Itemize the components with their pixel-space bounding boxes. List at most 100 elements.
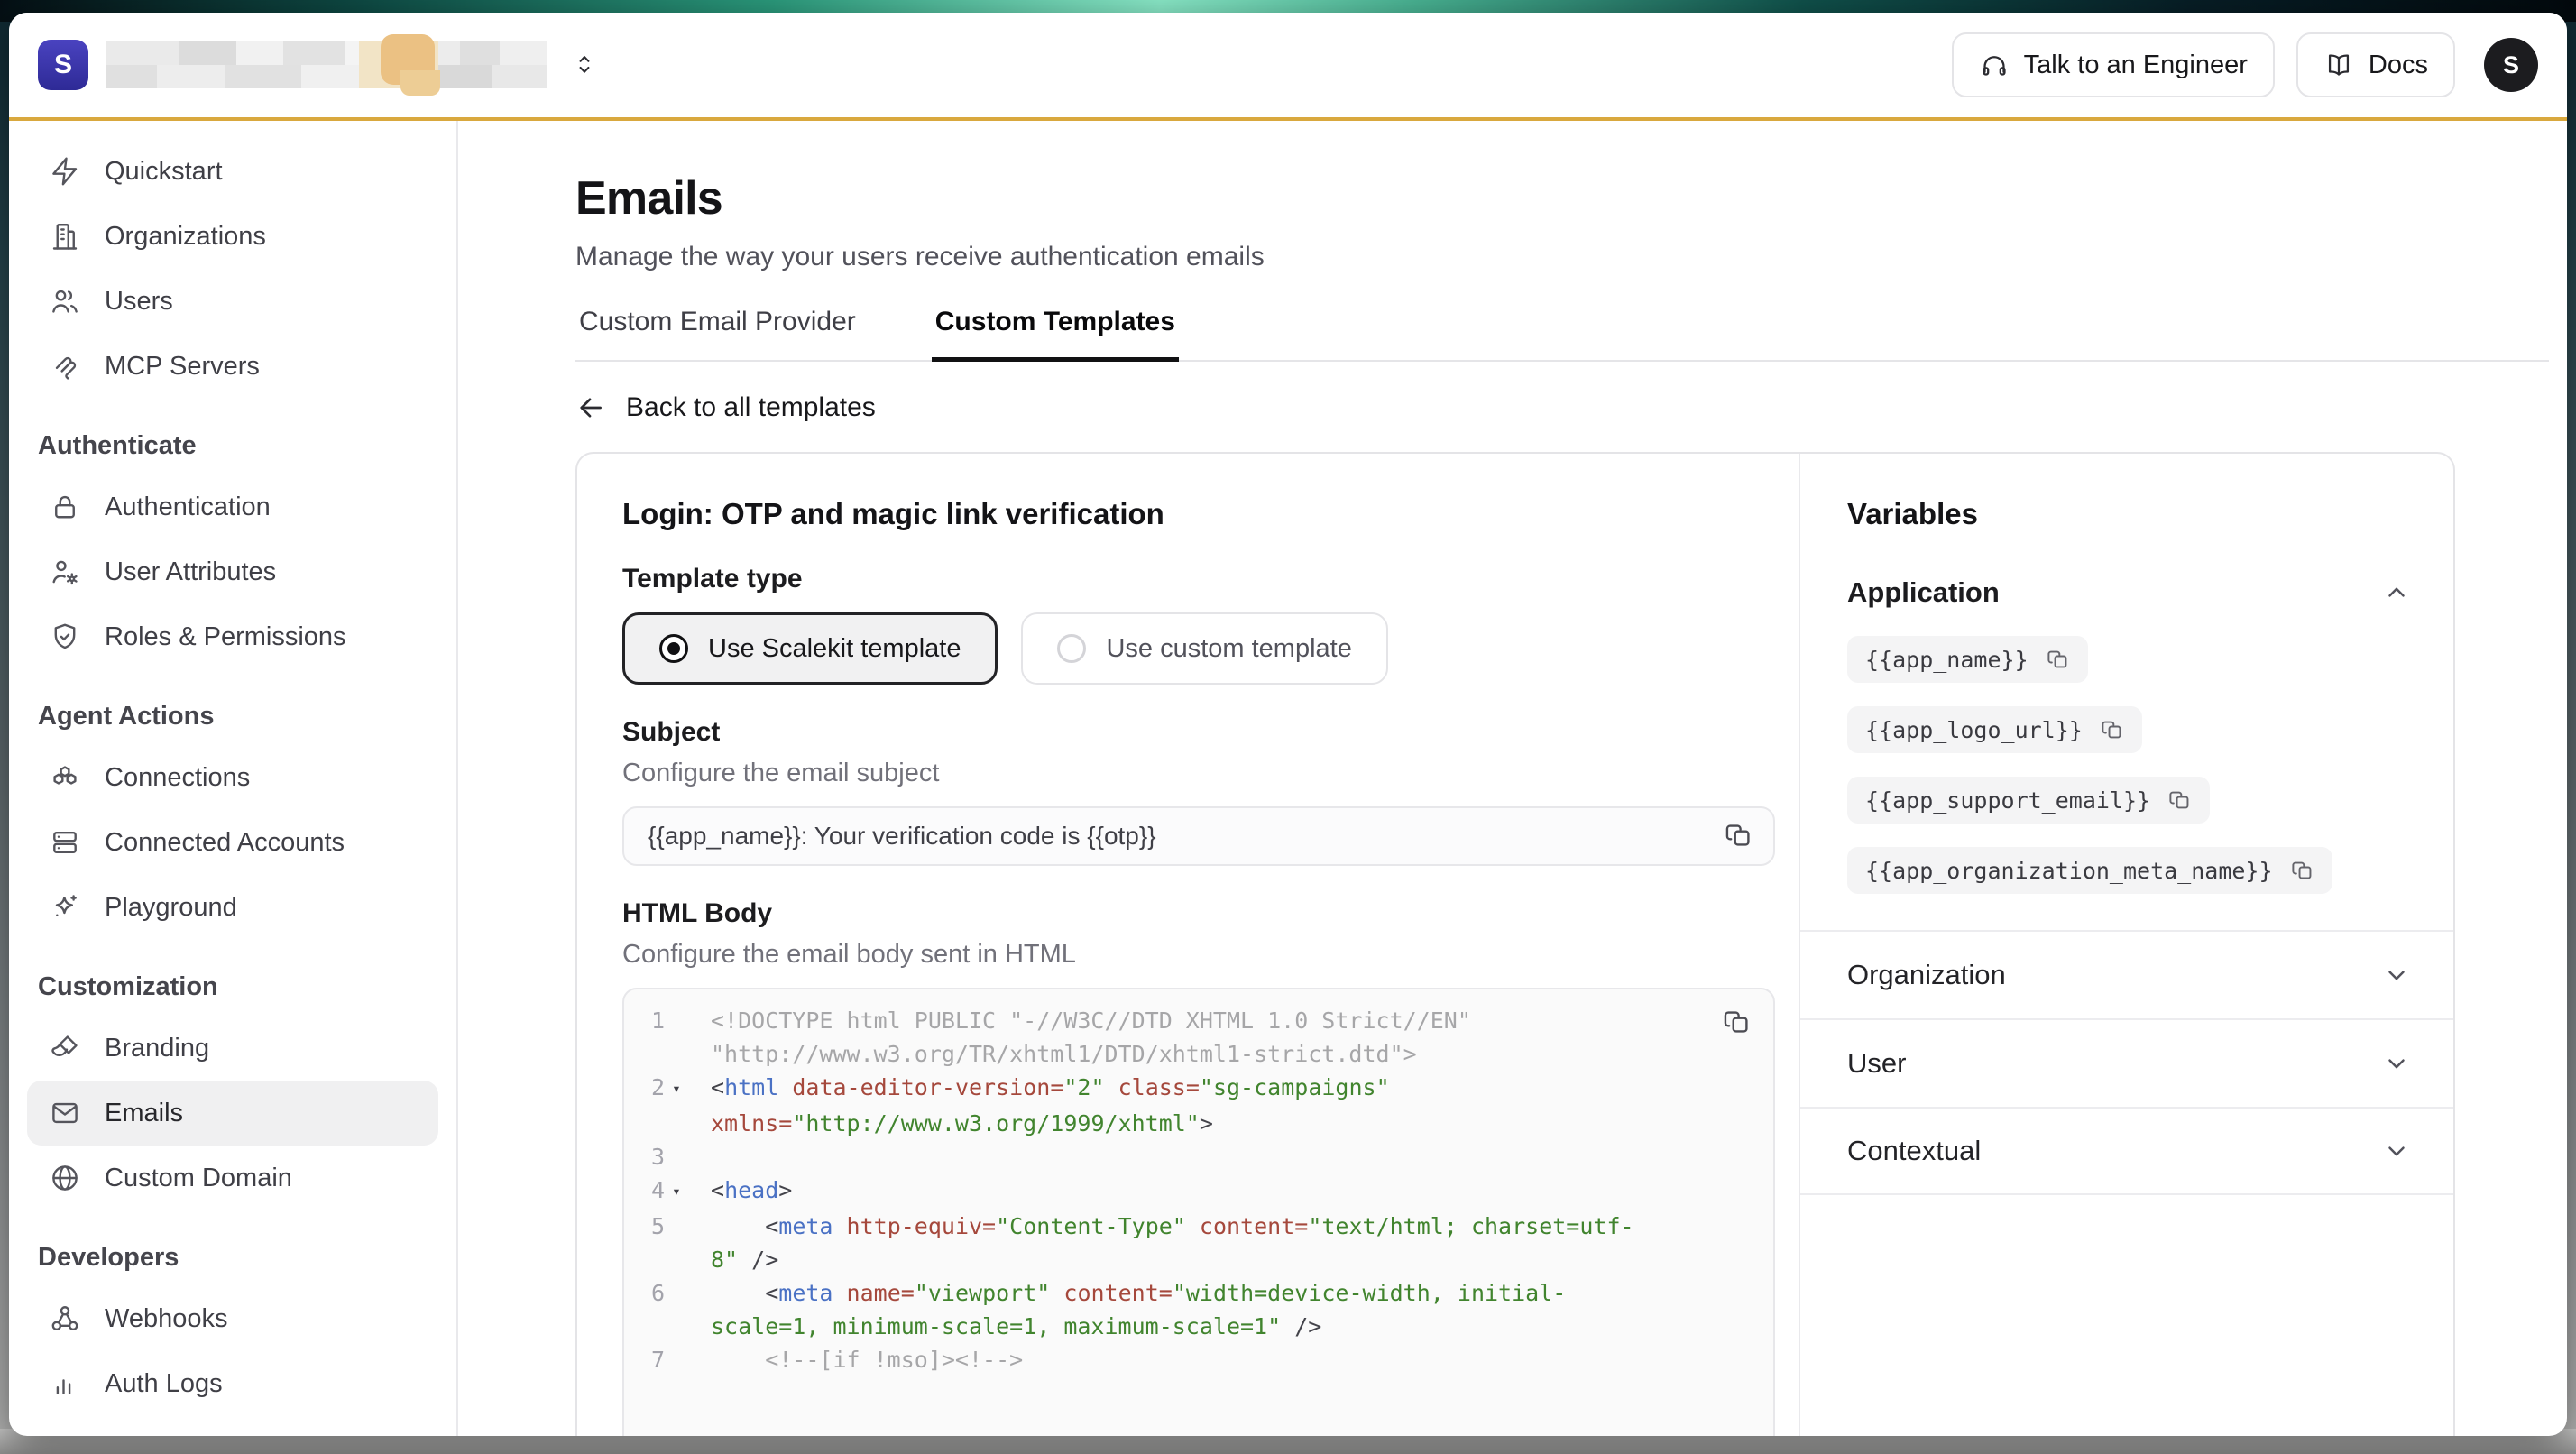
- sidebar-item-webhooks[interactable]: Webhooks: [27, 1286, 438, 1351]
- globe-icon: [49, 1162, 81, 1194]
- copy-icon[interactable]: [1723, 1008, 1752, 1036]
- copy-icon[interactable]: [2101, 718, 2124, 741]
- brush-icon: [49, 1032, 81, 1064]
- user-avatar[interactable]: S: [2484, 38, 2538, 92]
- template-title: Login: OTP and magic link verification: [622, 497, 1762, 531]
- line-number: [624, 1107, 711, 1140]
- talk-to-engineer-button[interactable]: Talk to an Engineer: [1952, 32, 2275, 97]
- code-line: 1<!DOCTYPE html PUBLIC "-//W3C//DTD XHTM…: [624, 1004, 1773, 1037]
- sliders-icon: [49, 1432, 81, 1436]
- sidebar-item-branding[interactable]: Branding: [27, 1016, 438, 1081]
- sidebar-item-roles-permissions[interactable]: Roles & Permissions: [27, 604, 438, 669]
- sidebar-item-label: Authentication: [105, 492, 271, 522]
- fold-caret-icon[interactable]: ▾: [672, 1072, 681, 1105]
- headphones-icon: [1979, 50, 2010, 80]
- variable-groups: Organization UserContextual: [1800, 930, 2453, 1195]
- copy-icon[interactable]: [2047, 648, 2070, 671]
- redaction-block: [400, 70, 440, 96]
- chevron-down-icon: [2383, 1050, 2410, 1077]
- back-to-templates-link[interactable]: Back to all templates: [575, 392, 876, 423]
- variables-panel: Variables Application {{app_name}}{{app_…: [1799, 454, 2453, 1436]
- zap-icon: [49, 155, 81, 188]
- radio-option-use-custom-template[interactable]: Use custom template: [1021, 612, 1387, 685]
- radio-option-use-scalekit-template[interactable]: Use Scalekit template: [622, 612, 998, 685]
- line-number: [624, 1037, 711, 1071]
- sidebar-section-authenticate: Authenticate: [38, 417, 428, 474]
- users-icon: [49, 285, 81, 317]
- variable-group-application[interactable]: Application: [1847, 576, 2410, 609]
- tab-custom-templates[interactable]: Custom Templates: [932, 307, 1179, 362]
- sidebar-item-label: Settings: [105, 1434, 199, 1437]
- tab-custom-email-provider[interactable]: Custom Email Provider: [575, 307, 860, 362]
- sidebar-item-connected-accounts[interactable]: Connected Accounts: [27, 810, 438, 875]
- radio-option-label: Use Scalekit template: [708, 634, 961, 664]
- sidebar-item-authentication[interactable]: Authentication: [27, 474, 438, 539]
- sidebar-item-connections[interactable]: Connections: [27, 745, 438, 810]
- code-line: 2▾<html data-editor-version="2" class="s…: [624, 1071, 1773, 1107]
- top-bar: S Talk to an Engineer Docs S: [9, 13, 2567, 121]
- sidebar-item-label: Connections: [105, 763, 250, 793]
- variable-group-contextual[interactable]: Contextual: [1800, 1107, 2453, 1195]
- sidebar-item-users[interactable]: Users: [27, 269, 438, 334]
- sidebar-item-label: Connected Accounts: [105, 828, 345, 858]
- variable-group-label: Organization: [1847, 959, 2006, 991]
- sidebar-item-custom-domain[interactable]: Custom Domain: [27, 1146, 438, 1210]
- tabs: Custom Email Provider Custom Templates: [575, 307, 2549, 362]
- copy-icon[interactable]: [2291, 859, 2314, 882]
- workspace-logo-letter: S: [54, 50, 72, 80]
- line-number: 7: [624, 1343, 711, 1376]
- code-line: 5<meta http-equiv="Content-Type" content…: [624, 1210, 1773, 1243]
- workspace-name-redacted[interactable]: [106, 41, 547, 88]
- subject-help: Configure the email subject: [622, 759, 1762, 788]
- sidebar-item-label: Custom Domain: [105, 1164, 292, 1193]
- sidebar-item-label: MCP Servers: [105, 352, 260, 382]
- workspace-switcher-icon[interactable]: [572, 49, 597, 81]
- variable-chip: {{app_name}}: [1847, 636, 2088, 683]
- sidebar-item-organizations[interactable]: Organizations: [27, 204, 438, 269]
- code-line: scale=1, minimum-scale=1, maximum-scale=…: [624, 1310, 1773, 1343]
- sidebar-item-settings[interactable]: Settings: [27, 1416, 438, 1436]
- variable-chip-text: {{app_name}}: [1865, 647, 2029, 673]
- sidebar-item-label: Organizations: [105, 222, 266, 252]
- fold-caret-icon[interactable]: ▾: [672, 1174, 681, 1208]
- sidebar-item-label: Webhooks: [105, 1304, 228, 1334]
- chevron-up-icon: [2383, 579, 2410, 606]
- line-number: 4▾: [624, 1173, 711, 1210]
- line-number: 5: [624, 1210, 711, 1243]
- sidebar-item-quickstart[interactable]: Quickstart: [27, 139, 438, 204]
- sidebar-section-customization: Customization: [38, 958, 428, 1016]
- variable-chip-text: {{app_organization_meta_name}}: [1865, 858, 2273, 884]
- bars-icon: [49, 1367, 81, 1400]
- lock-icon: [49, 491, 81, 523]
- desktop-wallpaper: S Talk to an Engineer Docs S Quicks: [0, 0, 2576, 1454]
- back-link-label: Back to all templates: [626, 392, 876, 423]
- html-body-help: Configure the email body sent in HTML: [622, 940, 1762, 970]
- code-line: 7<!--[if !mso]><!-->: [624, 1343, 1773, 1376]
- line-number: 3: [624, 1140, 711, 1173]
- main-content: Emails Manage the way your users receive…: [458, 121, 2567, 1436]
- mcp-icon: [49, 350, 81, 382]
- copy-icon[interactable]: [1725, 821, 1753, 850]
- sidebar-item-emails[interactable]: Emails: [27, 1081, 438, 1146]
- subject-field-wrap: [622, 806, 1775, 866]
- sidebar-item-auth-logs[interactable]: Auth Logs: [27, 1351, 438, 1416]
- cubes-icon: [49, 761, 81, 794]
- application-variables: {{app_name}}{{app_logo_url}}{{app_suppor…: [1847, 636, 2410, 894]
- html-code-editor[interactable]: 1<!DOCTYPE html PUBLIC "-//W3C//DTD XHTM…: [622, 988, 1775, 1436]
- subject-input[interactable]: [622, 806, 1775, 866]
- copy-icon[interactable]: [2168, 788, 2192, 812]
- chevron-down-icon: [2383, 962, 2410, 989]
- variable-group-user[interactable]: User: [1800, 1018, 2453, 1107]
- docs-button[interactable]: Docs: [2296, 32, 2455, 97]
- variable-group-organization[interactable]: Organization: [1800, 930, 2453, 1018]
- variable-chip: {{app_support_email}}: [1847, 777, 2210, 824]
- sidebar-item-mcp-servers[interactable]: MCP Servers: [27, 334, 438, 399]
- template-editor-column: Login: OTP and magic link verification T…: [577, 454, 1799, 1436]
- line-number: [624, 1243, 711, 1276]
- mail-icon: [49, 1097, 81, 1129]
- subject-label: Subject: [622, 717, 1762, 748]
- sidebar-item-playground[interactable]: Playground: [27, 875, 438, 940]
- sidebar-item-user-attributes[interactable]: User Attributes: [27, 539, 438, 604]
- code-line: 6<meta name="viewport" content="width=de…: [624, 1276, 1773, 1310]
- sidebar-item-label: Playground: [105, 893, 237, 923]
